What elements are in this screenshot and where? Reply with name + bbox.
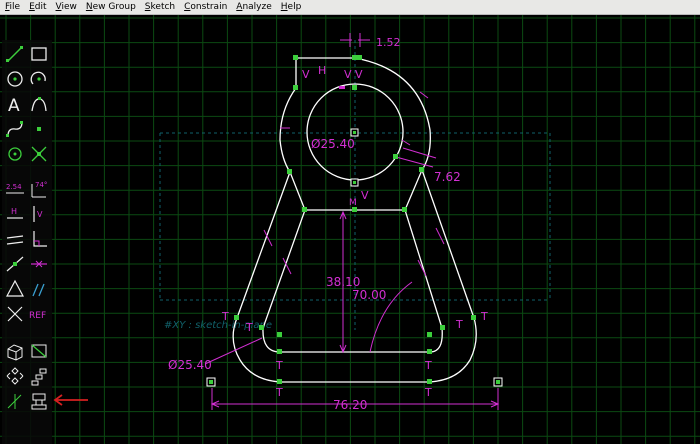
tangent-arc-icon bbox=[31, 98, 47, 112]
horizontal-icon: H bbox=[11, 207, 17, 216]
tool-workplane[interactable] bbox=[4, 143, 26, 165]
tool-perpendicular[interactable] bbox=[28, 228, 50, 250]
tool-lathe[interactable] bbox=[28, 340, 50, 362]
tool-construction[interactable] bbox=[4, 303, 26, 325]
point-icon bbox=[37, 127, 41, 131]
dim-height[interactable]: 38.10 bbox=[326, 275, 360, 289]
menu-help[interactable]: Help bbox=[276, 0, 306, 14]
perpendicular-icon bbox=[33, 231, 47, 247]
constraint-vertical-2: V bbox=[344, 68, 352, 81]
menu-bar: File Edit View New Group Sketch Constrai… bbox=[0, 0, 700, 15]
menu-constrain[interactable]: Constrain bbox=[179, 0, 231, 14]
tool-arc[interactable] bbox=[28, 68, 50, 90]
tangent-icon bbox=[32, 283, 45, 297]
menu-analyze[interactable]: Analyze bbox=[231, 0, 275, 14]
tool-bezier[interactable] bbox=[4, 118, 26, 140]
constraint-vertical-4: V bbox=[361, 189, 369, 202]
menu-sketch[interactable]: Sketch bbox=[140, 0, 179, 14]
tool-parallel[interactable] bbox=[4, 228, 26, 250]
tool-tangent[interactable] bbox=[28, 278, 50, 300]
constraint-tangent-7: T bbox=[275, 386, 283, 399]
constraint-horizontal: H bbox=[318, 64, 326, 77]
constraint-tangent-6: T bbox=[480, 310, 488, 323]
dim-top-width[interactable]: 1.52 bbox=[376, 36, 401, 49]
menu-view[interactable]: View bbox=[51, 0, 81, 14]
constraint-midpoint: M bbox=[349, 198, 357, 208]
dim-base-width[interactable]: 76.20 bbox=[333, 398, 367, 412]
step-translate-icon bbox=[31, 368, 47, 386]
vertical-icon: V bbox=[37, 210, 43, 219]
tool-vertical[interactable]: V bbox=[28, 203, 50, 225]
tool-horizontal[interactable]: H bbox=[4, 203, 26, 225]
menu-file[interactable]: File bbox=[0, 0, 24, 14]
angle-icon: 74° bbox=[35, 181, 47, 189]
dim-side-width[interactable]: 7.62 bbox=[434, 170, 461, 184]
distance-icon: 2.54 bbox=[6, 183, 22, 191]
constraint-tangent-8: T bbox=[424, 386, 432, 399]
bezier-icon bbox=[7, 121, 23, 137]
constraint-tangent-4: T bbox=[424, 359, 432, 372]
dim-foot-diameter[interactable]: Ø25.40 bbox=[168, 358, 212, 372]
tool-circle[interactable] bbox=[4, 68, 26, 90]
tool-line[interactable] bbox=[4, 43, 26, 65]
tool-workplane-nudge[interactable] bbox=[4, 390, 26, 412]
import-icon bbox=[31, 393, 47, 410]
tool-extrude[interactable] bbox=[4, 340, 26, 362]
tool-import[interactable] bbox=[28, 390, 50, 412]
menu-new-group[interactable]: New Group bbox=[81, 0, 140, 14]
tool-midpoint[interactable] bbox=[28, 253, 50, 275]
tool-text[interactable]: A bbox=[4, 93, 26, 115]
workplane-label: #XY : sketch-in-plane bbox=[164, 320, 272, 331]
dim-angle[interactable]: 70.00 bbox=[352, 288, 386, 302]
tool-triangle[interactable] bbox=[4, 278, 26, 300]
constraint-vertical-1: V bbox=[302, 68, 310, 81]
triangle-icon bbox=[6, 279, 24, 297]
workplane-nudge-icon bbox=[7, 394, 22, 409]
constraint-tangent-1: T bbox=[221, 310, 229, 323]
tool-step-rotate[interactable] bbox=[4, 365, 26, 387]
parallel-icon bbox=[6, 235, 24, 245]
extrude-icon bbox=[7, 344, 23, 361]
rectangle-icon bbox=[31, 47, 47, 61]
sketch-canvas[interactable]: #XY : sketch-in-plane 1.52 Ø25.40 7.62 3… bbox=[0, 15, 700, 444]
tool-split[interactable] bbox=[28, 143, 50, 165]
tool-angle[interactable]: 74° bbox=[28, 178, 50, 200]
reference-icon: REF bbox=[29, 311, 46, 321]
tool-rectangle[interactable] bbox=[28, 43, 50, 65]
construction-icon bbox=[7, 306, 23, 322]
constraint-vertical-3: V bbox=[355, 68, 363, 81]
tool-point[interactable] bbox=[28, 118, 50, 140]
tool-distance[interactable]: 2.54 bbox=[4, 178, 26, 200]
constraint-tangent-2: T bbox=[245, 321, 253, 334]
constraint-tangent-3: T bbox=[275, 359, 283, 372]
tool-step-translate[interactable] bbox=[28, 365, 50, 387]
step-rotate-icon bbox=[6, 367, 24, 385]
dim-hole-diameter[interactable]: Ø25.40 bbox=[311, 137, 355, 151]
menu-edit[interactable]: Edit bbox=[24, 0, 50, 14]
tool-tangent-arc[interactable] bbox=[28, 93, 50, 115]
tool-point-on[interactable] bbox=[4, 253, 26, 275]
toolbar: A 2.54 74° H V REF bbox=[2, 40, 52, 444]
line-icon bbox=[7, 46, 23, 62]
text-icon: A bbox=[8, 96, 20, 115]
constraint-tangent-5: T bbox=[455, 318, 463, 331]
tool-reference[interactable]: REF bbox=[28, 303, 50, 325]
